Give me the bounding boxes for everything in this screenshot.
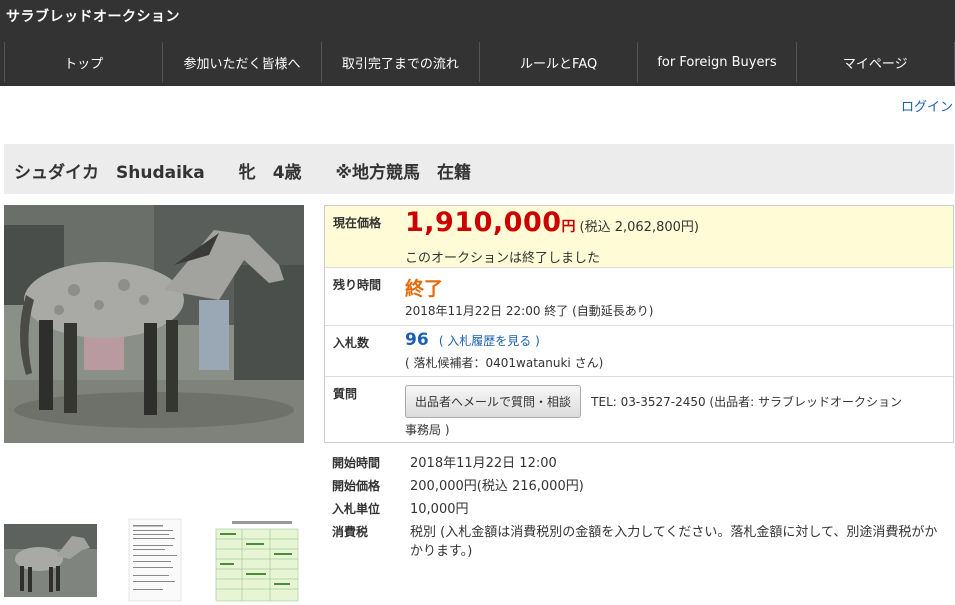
detail-value: 税別 (入札金額は消費税別の金額を入力してください。落札金額に対して、別途消費税… (410, 525, 938, 559)
thumbnail-pedigree-sheet[interactable] (212, 519, 302, 603)
detail-value: 10,000円 (410, 502, 469, 517)
auction-ended-message: このオークションは終了しました (405, 251, 601, 266)
current-price: 1,910,000円 (税込 2,062,800円) (405, 207, 699, 238)
question-content: 出品者へメールで質問・相談 TEL: 03-3527-2450 (出品者: サラ… (405, 385, 945, 418)
item-title-bar: シュダイカ Shudaika 牝 4歳 ※地方競馬 在籍 (4, 144, 954, 194)
seller-tel: TEL: 03-3527-2450 (出品者: サラブレッドオークション (591, 395, 902, 409)
price-amount: 1,910,000 (405, 207, 562, 238)
detail-row-bid-increment: 入札単位 10,000円 (324, 498, 954, 521)
remaining-time-value: 終了 (405, 278, 444, 300)
auction-details: 開始時間 2018年11月22日 12:00 開始価格 200,000円(税込 … (324, 452, 954, 565)
detail-row-start-time: 開始時間 2018年11月22日 12:00 (324, 452, 954, 475)
auction-info-panel: 現在価格 1,910,000円 (税込 2,062,800円) このオークションは… (324, 205, 954, 443)
email-seller-button[interactable]: 出品者へメールで質問・相談 (405, 385, 582, 418)
detail-label: 入札単位 (332, 502, 381, 516)
detail-value: 2018年11月22日 12:00 (410, 456, 557, 471)
bid-count-line: 96 ( 入札履歴を見る ) (405, 330, 540, 350)
end-time: 2018年11月22日 22:00 終了 (自動延長あり) (405, 304, 654, 318)
current-price-label: 現在価格 (333, 216, 382, 230)
site-header: サラブレッドオークション トップ 参加いただく皆様へ 取引完了までの流れ ルール… (0, 0, 955, 86)
detail-value: 200,000円(税込 216,000円) (410, 479, 584, 494)
photo-thumbnails (4, 515, 304, 605)
item-title: シュダイカ Shudaika 牝 4歳 ※地方競馬 在籍 (14, 163, 472, 183)
winning-bidder: ( 落札候補者：0401watanuki さん) (405, 356, 604, 370)
nav-top[interactable]: トップ (5, 42, 164, 82)
detail-row-start-price: 開始価格 200,000円(税込 216,000円) (324, 475, 954, 498)
nav-for-participants[interactable]: 参加いただく皆様へ (163, 42, 322, 82)
price-unit: 円 (561, 219, 576, 235)
remaining-time-row: 残り時間 終了 2018年11月22日 22:00 終了 (自動延長あり) (325, 268, 953, 326)
remaining-time-label: 残り時間 (333, 278, 382, 292)
question-label: 質問 (333, 387, 358, 401)
thumbnail-document[interactable] (125, 515, 185, 605)
bid-count-label: 入札数 (333, 336, 370, 350)
nav-foreign-buyers[interactable]: for Foreign Buyers (638, 42, 797, 82)
bid-history-link[interactable]: ( 入札履歴を見る ) (439, 334, 540, 348)
seller-tel-continued: 事務局 ) (405, 423, 450, 437)
current-price-row: 現在価格 1,910,000円 (税込 2,062,800円) このオークションは… (325, 206, 953, 268)
bid-count-row: 入札数 96 ( 入札履歴を見る ) ( 落札候補者：0401watanuki … (325, 326, 953, 377)
nav-transaction-flow[interactable]: 取引完了までの流れ (322, 42, 480, 82)
site-title[interactable]: サラブレッドオークション (6, 6, 180, 26)
detail-label: 開始価格 (332, 479, 381, 493)
main-nav: トップ 参加いただく皆様へ 取引完了までの流れ ルールとFAQ for Fore… (4, 42, 955, 82)
detail-label: 消費税 (332, 525, 369, 539)
main-horse-photo[interactable] (4, 205, 304, 443)
detail-row-consumption-tax: 消費税 税別 (入札金額は消費税別の金額を入力してください。落札金額に対して、別… (324, 521, 954, 565)
detail-label: 開始時間 (332, 456, 381, 470)
bid-count: 96 (405, 330, 429, 350)
question-row: 質問 出品者へメールで質問・相談 TEL: 03-3527-2450 (出品者:… (325, 377, 953, 442)
nav-my-page[interactable]: マイページ (797, 42, 955, 82)
nav-rules-faq[interactable]: ルールとFAQ (480, 42, 639, 82)
thumbnail-horse[interactable] (4, 524, 97, 597)
login-link[interactable]: ログイン (901, 96, 953, 115)
price-tax: (税込 2,062,800円) (579, 220, 699, 235)
